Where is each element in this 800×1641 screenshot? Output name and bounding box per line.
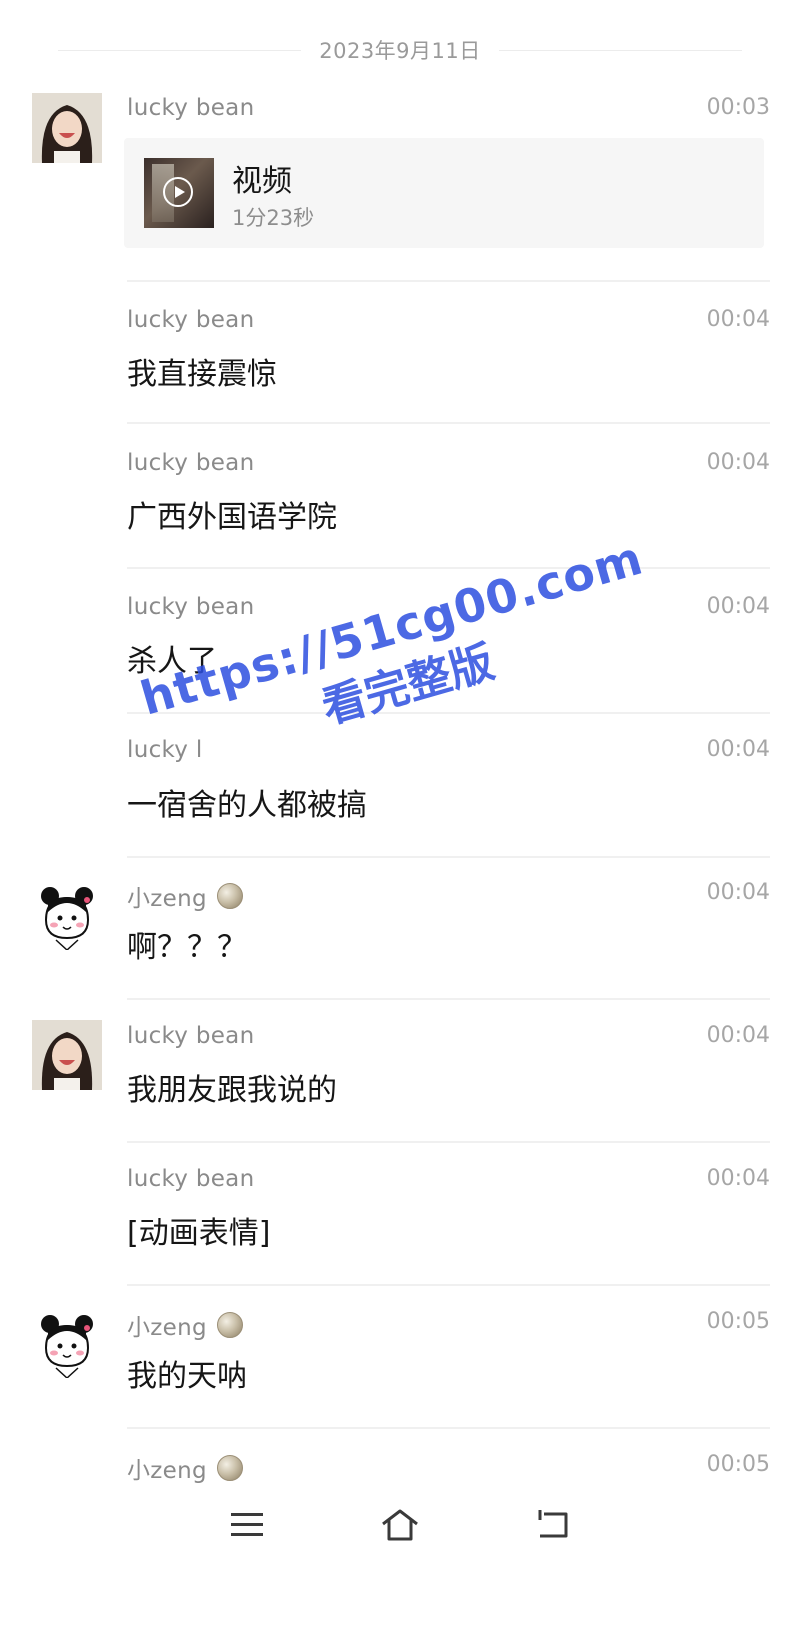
sender-name: lucky bean — [127, 594, 255, 620]
system-navbar — [0, 1490, 800, 1560]
watermark-url: https://51cg00.com — [134, 530, 649, 726]
message-divider — [127, 856, 770, 858]
message-divider — [127, 422, 770, 424]
date-divider-text: 2023年9月11日 — [319, 39, 481, 63]
play-icon — [163, 177, 193, 207]
message-text: 我的天呐 — [127, 1359, 247, 1394]
message-time: 00:03 — [706, 95, 770, 120]
message-text: 一宿舍的人都被搞 — [127, 788, 367, 823]
back-icon — [538, 1510, 568, 1538]
message-time: 00:05 — [706, 1452, 770, 1477]
sender-name: lucky bean — [127, 1166, 255, 1192]
sender-name-text: 小zeng — [127, 1315, 207, 1341]
avatar-xiaozeng[interactable] — [32, 1308, 102, 1378]
message-text: [动画表情] — [127, 1216, 271, 1251]
message-divider — [127, 1427, 770, 1429]
message-text: 我直接震惊 — [127, 357, 277, 392]
message-divider — [127, 1284, 770, 1286]
message-time: 00:04 — [706, 450, 770, 475]
message-divider — [127, 280, 770, 282]
sender-name: 小zeng — [127, 1451, 243, 1485]
message-text: 我朋友跟我说的 — [127, 1073, 337, 1108]
message-divider — [127, 567, 770, 569]
message-time: 00:04 — [706, 737, 770, 762]
avatar-lucky-bean[interactable] — [32, 93, 102, 163]
message-divider — [127, 1141, 770, 1143]
message-time: 00:04 — [706, 880, 770, 905]
message-text: 广西外国语学院 — [127, 500, 337, 535]
avatar-lucky-bean[interactable] — [32, 1020, 102, 1090]
home-button[interactable] — [375, 1500, 425, 1550]
sender-name: lucky bean — [127, 95, 255, 121]
sender-name: lucky bean — [127, 450, 255, 476]
sender-name: lucky bean — [127, 1023, 255, 1049]
message-time: 00:04 — [706, 594, 770, 619]
avatar-xiaozeng[interactable] — [32, 880, 102, 950]
message-text: 啊？？？ — [127, 930, 247, 965]
video-message-card[interactable]: 视频 1分23秒 — [124, 138, 764, 248]
message-time: 00:04 — [706, 1166, 770, 1191]
sender-name: lucky l — [127, 737, 203, 763]
video-title: 视频 — [232, 164, 292, 199]
video-duration: 1分23秒 — [232, 206, 315, 230]
message-text: 杀人了 — [127, 644, 217, 679]
back-button[interactable] — [528, 1500, 578, 1550]
sender-name: 小zeng — [127, 1308, 243, 1342]
message-divider — [127, 712, 770, 714]
message-time: 00:04 — [706, 1023, 770, 1048]
coin-badge-icon — [216, 883, 243, 909]
coin-badge-icon — [216, 1312, 243, 1338]
home-icon — [382, 1509, 418, 1541]
sender-name: lucky bean — [127, 307, 255, 333]
message-time: 00:04 — [706, 307, 770, 332]
message-time: 00:05 — [706, 1309, 770, 1334]
menu-button[interactable] — [222, 1500, 272, 1550]
sender-name-text: 小zeng — [127, 886, 207, 912]
date-divider-line-right — [498, 49, 742, 51]
message-divider — [127, 998, 770, 1000]
date-divider-line-left — [58, 49, 302, 51]
sender-name-text: 小zeng — [127, 1458, 207, 1484]
coin-badge-icon — [216, 1455, 243, 1481]
menu-icon — [230, 1513, 263, 1536]
video-thumbnail[interactable] — [144, 158, 214, 228]
sender-name: 小zeng — [127, 879, 243, 913]
date-divider: 2023年9月11日 — [40, 30, 760, 70]
